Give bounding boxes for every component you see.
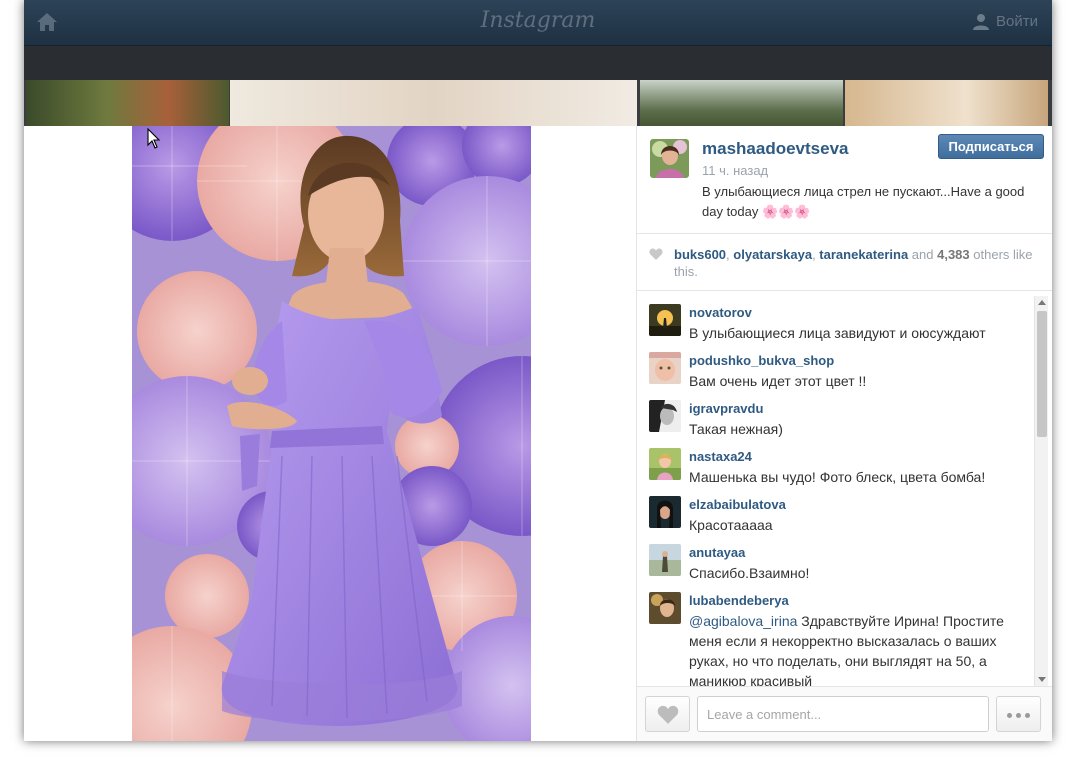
browser-window: Instagram Войти mashaadoevtseva 11 ч. на… (24, 0, 1052, 741)
commenter-avatar[interactable] (649, 448, 681, 480)
post-header: mashaadoevtseva 11 ч. назад В улыбающиес… (637, 126, 1052, 234)
post-sidebar: mashaadoevtseva 11 ч. назад В улыбающиес… (636, 126, 1052, 741)
scroll-up-arrow-icon[interactable] (1038, 300, 1046, 305)
heart-icon (649, 248, 663, 260)
comment-text: @agibalova_irina Здравствуйте Ирина! Про… (689, 611, 1009, 686)
scroll-down-arrow-icon[interactable] (1038, 677, 1046, 682)
likes-and: and (908, 247, 938, 262)
commenter-avatar[interactable] (649, 592, 681, 624)
liker-link[interactable]: olyatarskaya (733, 247, 812, 262)
liker-link[interactable]: buks600 (674, 247, 726, 262)
commenter-username[interactable]: nastaxa24 (689, 449, 752, 464)
grid-thumbnail[interactable] (845, 80, 1048, 130)
comment-item: lubabendeberya @agibalova_irina Здравств… (649, 592, 1034, 686)
comment-composer (637, 686, 1052, 741)
post-photo[interactable] (132, 126, 531, 741)
comment-text: Вам очень идет этот цвет !! (689, 373, 867, 389)
likes-count[interactable]: 4,383 (937, 247, 970, 262)
follow-button[interactable]: Подписаться (938, 134, 1044, 159)
more-icon (1007, 713, 1012, 718)
like-button[interactable] (645, 696, 690, 732)
commenter-username[interactable]: elzabaibulatova (689, 497, 786, 512)
more-icon (1016, 713, 1021, 718)
commenter-username[interactable]: lubabendeberya (689, 593, 789, 608)
heart-icon (657, 705, 679, 724)
grid-thumbnail[interactable] (230, 80, 637, 130)
login-link[interactable]: Войти (972, 12, 1038, 30)
commenter-username[interactable]: podushko_bukva_shop (689, 353, 834, 368)
commenter-avatar[interactable] (649, 544, 681, 576)
user-icon (973, 14, 990, 30)
more-options-button[interactable] (996, 696, 1041, 732)
comment-text: Красотааааа (689, 517, 773, 533)
comments-scrollbar[interactable] (1034, 296, 1048, 686)
grid-thumbnail[interactable] (26, 80, 229, 130)
photo-area (24, 126, 636, 741)
grid-thumbnail[interactable] (640, 80, 843, 130)
login-label: Войти (996, 12, 1038, 30)
commenter-username[interactable]: igravpravdu (689, 401, 763, 416)
cursor-icon (147, 128, 161, 149)
liker-link[interactable]: taranekaterina (819, 247, 908, 262)
background-photo-grid (24, 80, 1052, 130)
photo-illustration (132, 126, 531, 741)
comments-list: novatorov В улыбающиеся лица завидуют и … (637, 292, 1052, 686)
commenter-avatar[interactable] (649, 496, 681, 528)
more-icon (1025, 713, 1030, 718)
comment-item: elzabaibulatova Красотааааа (649, 496, 1034, 540)
comment-item: nastaxa24 Машенька вы чудо! Фото блеск, … (649, 448, 1034, 492)
comment-item: novatorov В улыбающиеся лица завидуют и … (649, 304, 1034, 348)
post-modal: mashaadoevtseva 11 ч. назад В улыбающиес… (24, 126, 1052, 741)
owner-username[interactable]: mashaadoevtseva (702, 139, 848, 159)
instagram-logo[interactable]: Instagram (24, 8, 1052, 33)
commenter-username[interactable]: novatorov (689, 305, 752, 320)
comment-input[interactable] (697, 696, 989, 732)
comment-text: Спасибо.Взаимно! (689, 565, 810, 581)
comment-item: igravpravdu Такая нежная) (649, 400, 1034, 444)
comment-item: anutayaa Спасибо.Взаимно! (649, 544, 1034, 588)
likes-summary: buks600, olyatarskaya, taranekaterina an… (637, 235, 1052, 291)
owner-avatar[interactable] (650, 139, 689, 178)
comment-text: В улыбающиеся лица завидуют и оюсуждают (689, 325, 986, 341)
commenter-avatar[interactable] (649, 304, 681, 336)
comment-text: Такая нежная) (689, 421, 783, 437)
comment-item: podushko_bukva_shop Вам очень идет этот … (649, 352, 1034, 396)
comment-text: Машенька вы чудо! Фото блеск, цвета бомб… (689, 469, 986, 485)
post-timestamp[interactable]: 11 ч. назад (702, 163, 768, 178)
top-navigation-bar: Instagram Войти (24, 0, 1052, 46)
scrollbar-thumb[interactable] (1037, 311, 1047, 437)
comment-mention[interactable]: @agibalova_irina (689, 613, 797, 629)
commenter-avatar[interactable] (649, 400, 681, 432)
commenter-avatar[interactable] (649, 352, 681, 384)
commenter-username[interactable]: anutayaa (689, 545, 745, 560)
post-caption: В улыбающиеся лица стрел не пускают...Ha… (702, 184, 1025, 219)
